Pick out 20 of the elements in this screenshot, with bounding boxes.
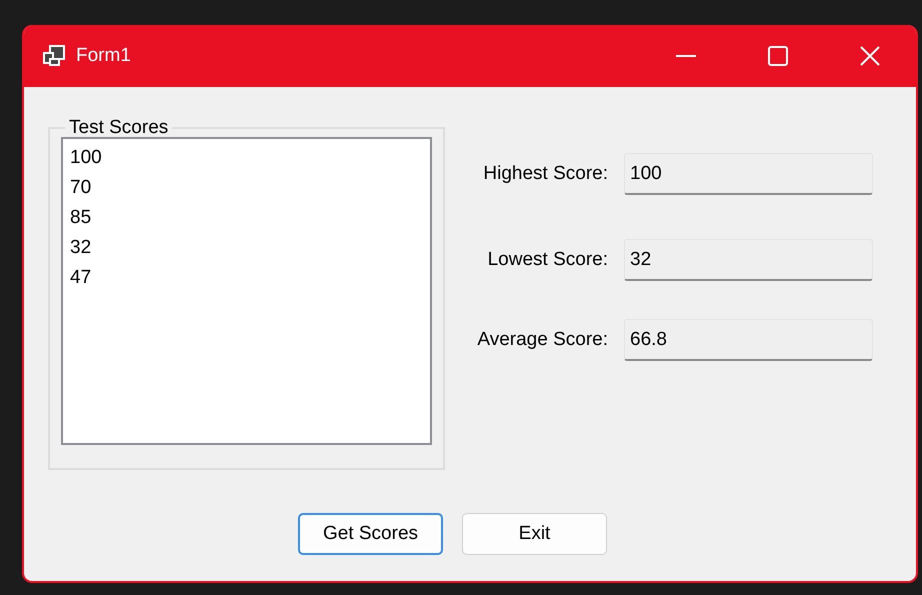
get-scores-button[interactable]: Get Scores: [298, 513, 443, 555]
score-label: Lowest Score:: [486, 249, 609, 271]
list-item[interactable]: 70: [70, 173, 92, 203]
group-title: Test Scores: [68, 117, 170, 139]
scores-list[interactable]: 100 70 85 32 47: [61, 137, 432, 445]
app-icon: [42, 45, 66, 67]
maximize-icon: [768, 46, 788, 66]
exit-button[interactable]: Exit: [462, 513, 607, 555]
list-item[interactable]: 47: [70, 263, 92, 293]
window-title: Form1: [76, 45, 132, 67]
close-icon: [860, 46, 880, 66]
score-field[interactable]: 66.8: [624, 319, 873, 361]
list-item[interactable]: 85: [70, 203, 92, 233]
score-label: Average Score:: [476, 329, 609, 351]
list-item[interactable]: 100: [70, 143, 102, 173]
score-label: Highest Score:: [482, 163, 609, 185]
minimize-icon: [676, 55, 696, 57]
score-field[interactable]: 32: [624, 239, 873, 281]
score-field[interactable]: 100: [624, 153, 873, 195]
list-item[interactable]: 32: [70, 233, 92, 263]
